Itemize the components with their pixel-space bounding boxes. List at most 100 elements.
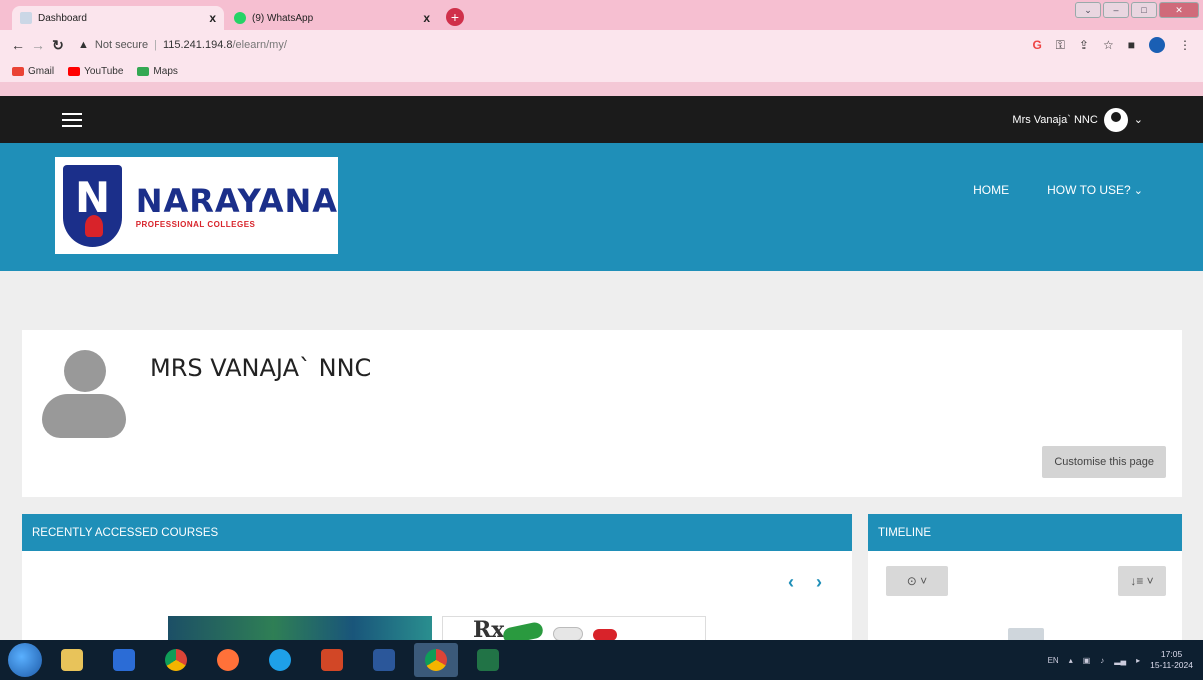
bookmark-gmail[interactable]: Gmail (12, 66, 54, 77)
address-bar[interactable]: ▲ Not secure | 115.241.194.8/elearn/my/ (78, 39, 287, 51)
os-taskbar: EN ▴ ▣ ♪ ▂▄ ▸ 17:05 15-11-2024 (0, 640, 1203, 680)
page-viewport: Mrs Vanaja` NNC ⌄ N NARAYANA PROFESSIONA… (0, 96, 1203, 640)
torch-flame-icon (85, 214, 103, 237)
url-path: /elearn/my/ (232, 39, 287, 51)
firefox-icon (217, 649, 239, 671)
key-icon[interactable]: ⚿ (1056, 38, 1065, 53)
folder-icon (61, 649, 83, 671)
taskbar-explorer[interactable] (50, 643, 94, 677)
hamburger-menu-icon[interactable] (62, 112, 82, 127)
chevron-left-icon[interactable]: ‹ (788, 572, 794, 593)
chrome-icon (165, 649, 187, 671)
forward-arrow-icon[interactable]: → (28, 37, 48, 53)
start-button-icon[interactable] (8, 643, 42, 677)
security-label: Not secure (94, 39, 149, 51)
narayana-logo[interactable]: N NARAYANA PROFESSIONAL COLLEGES (55, 157, 338, 254)
brand-tagline: PROFESSIONAL COLLEGES (135, 220, 256, 229)
user-menu[interactable]: Mrs Vanaja` NNC ⌄ (1012, 107, 1143, 132)
gmail-icon (12, 66, 24, 76)
new-tab-button[interactable]: + (446, 8, 464, 26)
pill-icon (501, 621, 545, 640)
bookmark-star-icon[interactable]: ☆ (1103, 38, 1114, 52)
share-icon[interactable]: ⇪ (1079, 38, 1089, 52)
taskbar-word[interactable] (362, 643, 406, 677)
tab-close-icon[interactable]: x (423, 11, 430, 25)
bookmark-maps[interactable]: Maps (137, 65, 178, 77)
brand-name: NARAYANA (135, 182, 338, 220)
brand-header: N NARAYANA PROFESSIONAL COLLEGES HOME HO… (0, 143, 1203, 271)
chevron-down-icon: ⌄ (1133, 114, 1143, 126)
tab-title: Dashboard (38, 12, 87, 24)
youtube-icon (68, 66, 81, 76)
bookmarks-bar: Gmail YouTube Maps (0, 60, 1203, 82)
pill-icon (593, 629, 617, 640)
browser-toolbar: ← → ↻ ▲ Not secure | 115.241.194.8/elear… (0, 30, 1203, 60)
tray-overflow-icon[interactable]: ▴ (1069, 656, 1073, 665)
taskbar-chrome-active[interactable] (414, 643, 458, 677)
bookmark-youtube[interactable]: YouTube (68, 66, 123, 77)
clock-time: 17:05 (1160, 649, 1183, 659)
action-center-icon[interactable]: ▸ (1136, 656, 1140, 665)
volume-icon[interactable]: ♪ (1100, 656, 1104, 665)
powerpoint-icon (321, 649, 343, 671)
minimize-icon[interactable]: – (1103, 2, 1129, 18)
block-title: TIMELINE (868, 514, 1182, 551)
taskbar-firefox[interactable] (206, 643, 250, 677)
google-translate-icon[interactable]: G (1032, 38, 1041, 52)
bookmark-label: YouTube (84, 65, 124, 77)
profile-header: MRS VANAJA` NNC Customise this page (22, 330, 1182, 497)
taskbar-media[interactable] (102, 643, 146, 677)
tab-dashboard[interactable]: Dashboard x (12, 6, 224, 30)
course-card-image[interactable] (168, 616, 432, 640)
taskbar-chrome[interactable] (154, 643, 198, 677)
timeline-sort-dropdown[interactable]: ↓≡ ˅ (1118, 566, 1166, 596)
profile-avatar-icon[interactable] (1149, 37, 1165, 53)
timeline-filter-dropdown[interactable]: ⊙ ˅ (886, 566, 948, 596)
tab-title: (9) WhatsApp (252, 12, 314, 24)
menu-home[interactable]: HOME (973, 183, 1009, 197)
side-panel-icon[interactable]: ■ (1128, 38, 1135, 52)
tab-whatsapp[interactable]: (9) WhatsApp x (226, 6, 438, 30)
language-indicator[interactable]: EN (1048, 656, 1059, 665)
taskbar-excel[interactable] (466, 643, 510, 677)
user-avatar-icon (1103, 107, 1128, 132)
bookmark-label: Maps (153, 65, 178, 77)
maximize-icon[interactable]: □ (1131, 2, 1157, 18)
url-host: 115.241.194.8 (162, 39, 233, 51)
page-title: MRS VANAJA` NNC (150, 354, 372, 382)
user-name: Mrs Vanaja` NNC (1012, 113, 1098, 126)
menu-dots-icon[interactable]: ⋮ (1179, 38, 1191, 52)
reload-icon[interactable]: ↻ (48, 37, 68, 54)
back-arrow-icon[interactable]: ← (8, 37, 28, 53)
browser-tab-strip: Dashboard x (9) WhatsApp x + ⌄ – □ ✕ (0, 0, 1203, 30)
carousel-nav: ‹ › (788, 572, 822, 593)
taskbar-ie[interactable] (258, 643, 302, 677)
pill-icon (553, 627, 583, 640)
menu-how-to-use[interactable]: HOW TO USE? (1047, 183, 1143, 197)
chrome-icon (425, 649, 447, 671)
rx-symbol: Rx (473, 617, 505, 640)
whatsapp-favicon-icon (234, 12, 246, 24)
internet-explorer-icon (269, 649, 291, 671)
timeline-block: TIMELINE ⊙ ˅ ↓≡ ˅ (868, 514, 1182, 640)
customise-page-button[interactable]: Customise this page (1042, 446, 1166, 478)
warning-icon[interactable]: ▲ (78, 39, 89, 51)
system-tray: EN ▴ ▣ ♪ ▂▄ ▸ 17:05 15-11-2024 (1048, 649, 1203, 671)
excel-icon (477, 649, 499, 671)
tab-close-icon[interactable]: x (209, 11, 216, 25)
chevron-right-icon[interactable]: › (816, 572, 822, 593)
recent-courses-block: RECENTLY ACCESSED COURSES ‹ › Rx (22, 514, 852, 640)
close-window-icon[interactable]: ✕ (1159, 2, 1199, 18)
moodle-favicon-icon (20, 12, 32, 24)
toolbar-actions: G ⚿ ⇪ ☆ ■ ⋮ (1032, 37, 1203, 53)
maps-icon (137, 66, 150, 76)
clock-date: 15-11-2024 (1150, 660, 1193, 670)
clock[interactable]: 17:05 15-11-2024 (1150, 649, 1193, 671)
course-card-image[interactable]: Rx (442, 616, 706, 640)
shield-emblem-icon: N (63, 164, 122, 247)
signal-icon[interactable]: ▂▄ (1114, 656, 1126, 665)
bookmark-label: Gmail (28, 65, 55, 77)
network-icon[interactable]: ▣ (1083, 656, 1091, 665)
taskbar-powerpoint[interactable] (310, 643, 354, 677)
tab-search-icon[interactable]: ⌄ (1075, 2, 1101, 18)
